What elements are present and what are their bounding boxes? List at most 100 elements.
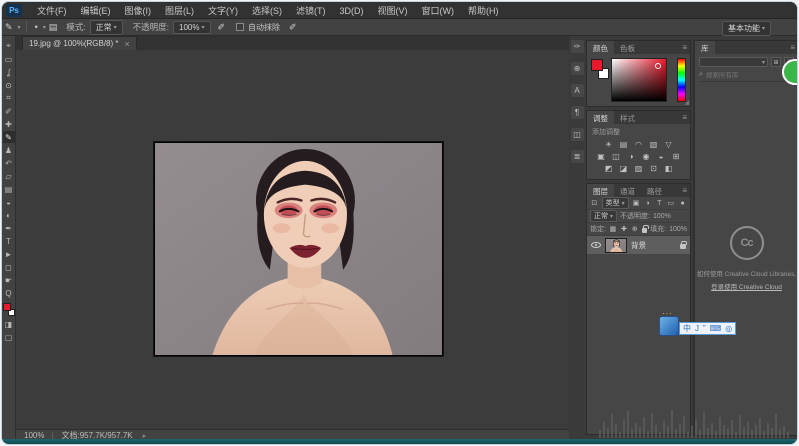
adjustment-icon[interactable]: ◒ <box>656 151 667 161</box>
lock-option-icon[interactable]: ✚ <box>620 225 628 233</box>
healing-brush-tool-icon[interactable]: ✚ <box>3 118 15 130</box>
menu-item-文件(F)[interactable]: 文件(F) <box>30 4 74 18</box>
layer-opacity-value[interactable]: 100% <box>653 213 671 220</box>
history-brush-tool-icon[interactable]: ↶ <box>3 157 15 169</box>
adjustment-icon[interactable]: ▣ <box>596 151 607 161</box>
adjustment-icon[interactable]: ◫ <box>611 151 622 161</box>
color-swatches[interactable] <box>3 303 15 316</box>
ime-language-bar[interactable]: 中J”⌨◎ <box>659 316 736 336</box>
marquee-tool-icon[interactable]: ▭ <box>3 53 15 65</box>
ime-button[interactable]: J <box>695 325 699 333</box>
lock-option-icon[interactable]: ⊕ <box>631 225 639 233</box>
pencil-tool-icon[interactable]: ✎ <box>2 22 16 33</box>
info-panel-icon[interactable]: ≣ <box>571 150 584 163</box>
menu-item-图层(L)[interactable]: 图层(L) <box>158 4 201 18</box>
tab-adjustments[interactable]: 调整 <box>587 111 614 124</box>
menu-item-视图(V)[interactable]: 视图(V) <box>371 4 415 18</box>
layer-filter-icon[interactable]: T <box>655 200 664 207</box>
type-tool-icon[interactable]: T <box>3 235 15 247</box>
fill-value[interactable]: 100% <box>669 226 687 233</box>
quick-mask-button-icon[interactable]: ◨ <box>3 318 15 330</box>
adjustment-icon[interactable]: ◉ <box>641 151 652 161</box>
panel-menu-icon[interactable]: ≡ <box>682 43 687 52</box>
layer-visibility-eye-icon[interactable] <box>591 242 601 248</box>
adjustment-icon[interactable]: ◠ <box>633 139 644 149</box>
blend-mode-select[interactable]: 正常▾ <box>590 210 617 222</box>
menu-item-窗口(W)[interactable]: 窗口(W) <box>415 4 462 18</box>
resize-grip-icon[interactable]: ◢ <box>684 99 689 106</box>
ime-button[interactable]: ◎ <box>725 325 732 333</box>
layer-filter-icon[interactable]: ● <box>678 200 687 207</box>
menu-item-编辑(E)[interactable]: 编辑(E) <box>74 4 118 18</box>
menu-item-滤镜(T)[interactable]: 滤镜(T) <box>289 4 333 18</box>
tab-libraries[interactable]: 库 <box>695 41 715 54</box>
tab-styles[interactable]: 样式 <box>614 111 641 124</box>
layer-row-background[interactable]: 背景 <box>587 236 690 254</box>
clone-source-icon[interactable]: ⊕ <box>571 62 584 75</box>
dodge-tool-icon[interactable]: ◐ <box>3 209 15 221</box>
adjustment-icon[interactable]: ◧ <box>663 163 674 173</box>
filter-kind-icon[interactable]: ⊡ <box>590 199 599 207</box>
adjustment-icon[interactable]: ☀ <box>603 139 614 149</box>
airbrush-icon[interactable]: ✐ <box>286 22 300 33</box>
character-panel-icon[interactable]: A <box>571 84 584 97</box>
move-tool-icon[interactable]: ⌖ <box>3 40 15 52</box>
hue-slider[interactable] <box>677 58 686 102</box>
brush-panel-toggle-icon[interactable]: ▤ <box>46 22 61 33</box>
tool-preset-caret-icon[interactable]: ▾ <box>18 24 21 31</box>
pen-tool-icon[interactable]: ✒ <box>3 222 15 234</box>
adjustment-icon[interactable]: ◑ <box>626 151 637 161</box>
shape-tool-icon[interactable]: ◻ <box>3 261 15 273</box>
adjustment-icon[interactable]: ⊡ <box>648 163 659 173</box>
pencil-tool-icon[interactable]: ✎ <box>3 131 15 143</box>
ime-button[interactable]: 中 <box>683 325 691 333</box>
library-select[interactable]: ▾ <box>699 57 768 67</box>
canvas-area[interactable] <box>16 50 569 429</box>
path-selection-tool-icon[interactable]: ► <box>3 248 15 260</box>
brush-preset-icon[interactable]: • <box>32 22 41 32</box>
libraries-signin-link[interactable]: 登录使用 Creative Cloud <box>695 281 798 291</box>
layer-filter-icon[interactable]: ◑ <box>643 200 652 207</box>
document-tab[interactable]: 19.jpg @ 100%(RGB/8) * × <box>22 36 137 50</box>
panel-menu-icon[interactable]: ≡ <box>790 43 795 52</box>
mode-select[interactable]: 正常▾ <box>90 20 123 35</box>
pressure-opacity-icon[interactable]: ✐ <box>215 22 229 33</box>
brush-settings-icon[interactable]: ✑ <box>571 40 584 53</box>
workspace-switcher[interactable]: 基本功能▾ <box>722 21 771 36</box>
panel-menu-icon[interactable]: ≡ <box>682 186 687 195</box>
photo-document[interactable] <box>154 142 443 356</box>
foreground-color-swatch[interactable] <box>591 59 603 71</box>
foreground-color-swatch[interactable] <box>3 303 11 311</box>
properties-panel-icon[interactable]: ◫ <box>571 128 584 141</box>
tab-channels[interactable]: 通道 <box>614 184 641 197</box>
saturation-brightness-field[interactable] <box>611 58 667 102</box>
tab-swatches[interactable]: 色板 <box>614 41 641 54</box>
color-picker-marker[interactable] <box>655 63 661 69</box>
ime-logo-icon[interactable] <box>659 316 679 336</box>
menu-item-选择(S)[interactable]: 选择(S) <box>245 4 289 18</box>
layer-filter-icon[interactable]: ▣ <box>632 199 641 207</box>
blur-tool-icon[interactable]: ◒ <box>3 196 15 208</box>
menu-item-图像(I)[interactable]: 图像(I) <box>118 4 159 18</box>
tab-layers[interactable]: 图层 <box>587 184 614 197</box>
grid-view-icon[interactable]: ⊞ <box>771 57 781 67</box>
tab-color[interactable]: 颜色 <box>587 41 614 54</box>
clone-stamp-tool-icon[interactable]: ♟ <box>3 144 15 156</box>
eraser-tool-icon[interactable]: ▱ <box>3 170 15 182</box>
menu-item-3D(D)[interactable]: 3D(D) <box>333 4 371 18</box>
auto-erase-checkbox[interactable] <box>236 23 244 31</box>
menu-item-文字(Y)[interactable]: 文字(Y) <box>201 4 245 18</box>
menu-item-帮助(H)[interactable]: 帮助(H) <box>461 4 506 18</box>
filter-type-select[interactable]: 类型▾ <box>602 197 629 209</box>
tab-paths[interactable]: 路径 <box>641 184 668 197</box>
panel-menu-icon[interactable]: ≡ <box>682 113 687 122</box>
paragraph-panel-icon[interactable]: ¶ <box>571 106 584 119</box>
screen-mode-button-icon[interactable]: ▢ <box>3 331 15 343</box>
lasso-tool-icon[interactable]: ʆ <box>3 66 15 78</box>
ime-button[interactable]: ⌨ <box>710 325 722 333</box>
layer-thumbnail[interactable] <box>605 238 627 253</box>
adjustment-icon[interactable]: ⊞ <box>671 151 682 161</box>
eyedropper-tool-icon[interactable]: ✐ <box>3 105 15 117</box>
lock-all-icon[interactable] <box>642 228 647 233</box>
library-search-input[interactable] <box>706 72 786 79</box>
